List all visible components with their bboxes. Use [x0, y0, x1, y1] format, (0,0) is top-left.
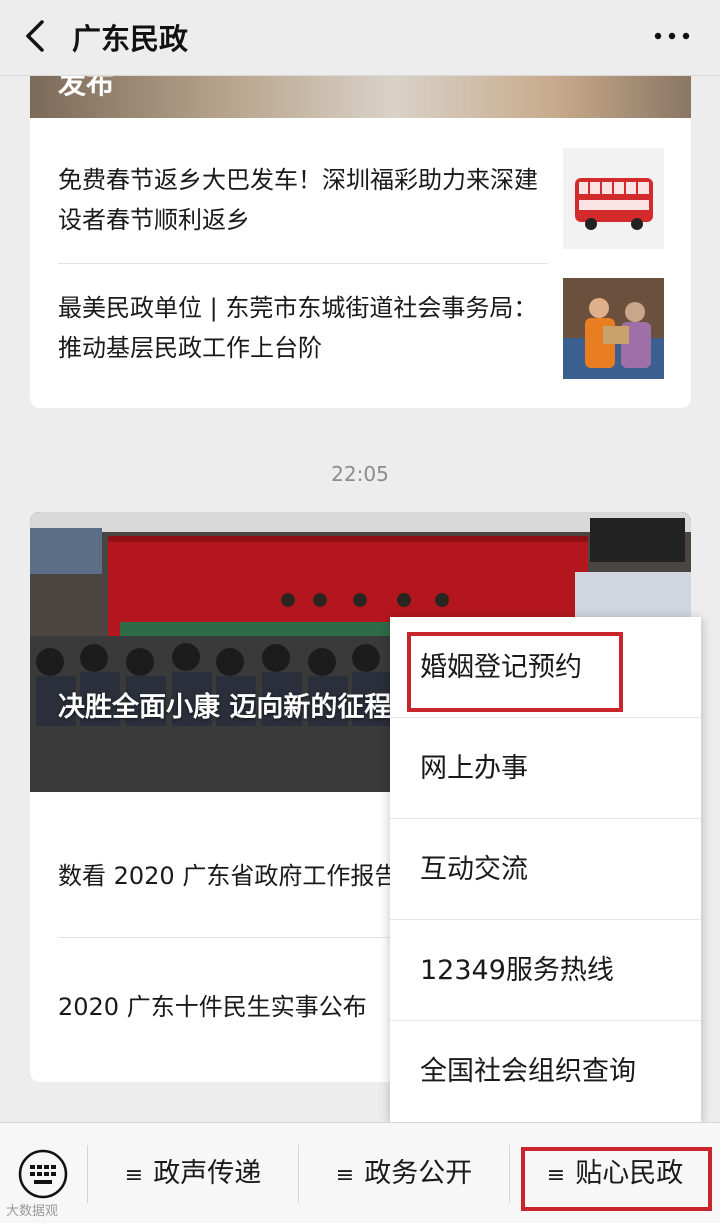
menu-item-org-search[interactable]: 全国社会组织查询 — [390, 1021, 701, 1122]
article-title[interactable]: 2020 广东十件民生实事公布 — [58, 987, 367, 1022]
article-title: 最美民政单位 | 东莞市东城街道社会事务局：推动基层民政工作上台阶 — [58, 294, 538, 362]
keyboard-icon[interactable] — [18, 1149, 68, 1199]
banner-text: 发布 — [58, 76, 115, 100]
menu-item-interaction[interactable]: 互动交流 — [390, 819, 701, 920]
menu-item-online-services[interactable]: 网上办事 — [390, 718, 701, 819]
highlight-box — [521, 1147, 712, 1211]
menu-button-public-affairs[interactable]: ≡ 政务公开 — [299, 1123, 509, 1223]
top-bar: 广东民政 — [0, 0, 720, 76]
list-item[interactable]: 最美民政单位 | 东莞市东城街道社会事务局：推动基层民政工作上台阶 — [58, 278, 664, 388]
article-title: 免费春节返乡大巴发车！深圳福彩助力来深建设者春节顺利返乡 — [58, 166, 538, 234]
divider — [58, 263, 548, 264]
menu-button-label: 政声传递 — [153, 1158, 262, 1189]
banner-image[interactable]: 发布 — [30, 76, 691, 118]
page-title: 广东民政 — [72, 22, 189, 56]
menu-lines-icon: ≡ — [335, 1163, 355, 1188]
timestamp: 22:05 — [331, 462, 389, 486]
volunteer-image — [563, 278, 664, 379]
article-card: 发布 免费春节返乡大巴发车！深圳福彩助力来深建设者春节顺利返乡 最美民政单位 |… — [30, 76, 691, 408]
menu-button-label: 政务公开 — [364, 1158, 473, 1189]
red-bus-image — [563, 148, 664, 249]
article-title[interactable]: 数看 2020 广东省政府工作报告 — [58, 856, 398, 891]
more-dots-icon[interactable] — [652, 26, 692, 46]
watermark: 大数据观 — [6, 1204, 59, 1219]
chevron-left-icon[interactable] — [18, 18, 54, 54]
menu-lines-icon: ≡ — [124, 1163, 144, 1188]
menu-item-hotline[interactable]: 12349服务热线 — [390, 920, 701, 1021]
menu-button-policy[interactable]: ≡ 政声传递 — [88, 1123, 298, 1223]
highlight-box — [407, 632, 623, 712]
